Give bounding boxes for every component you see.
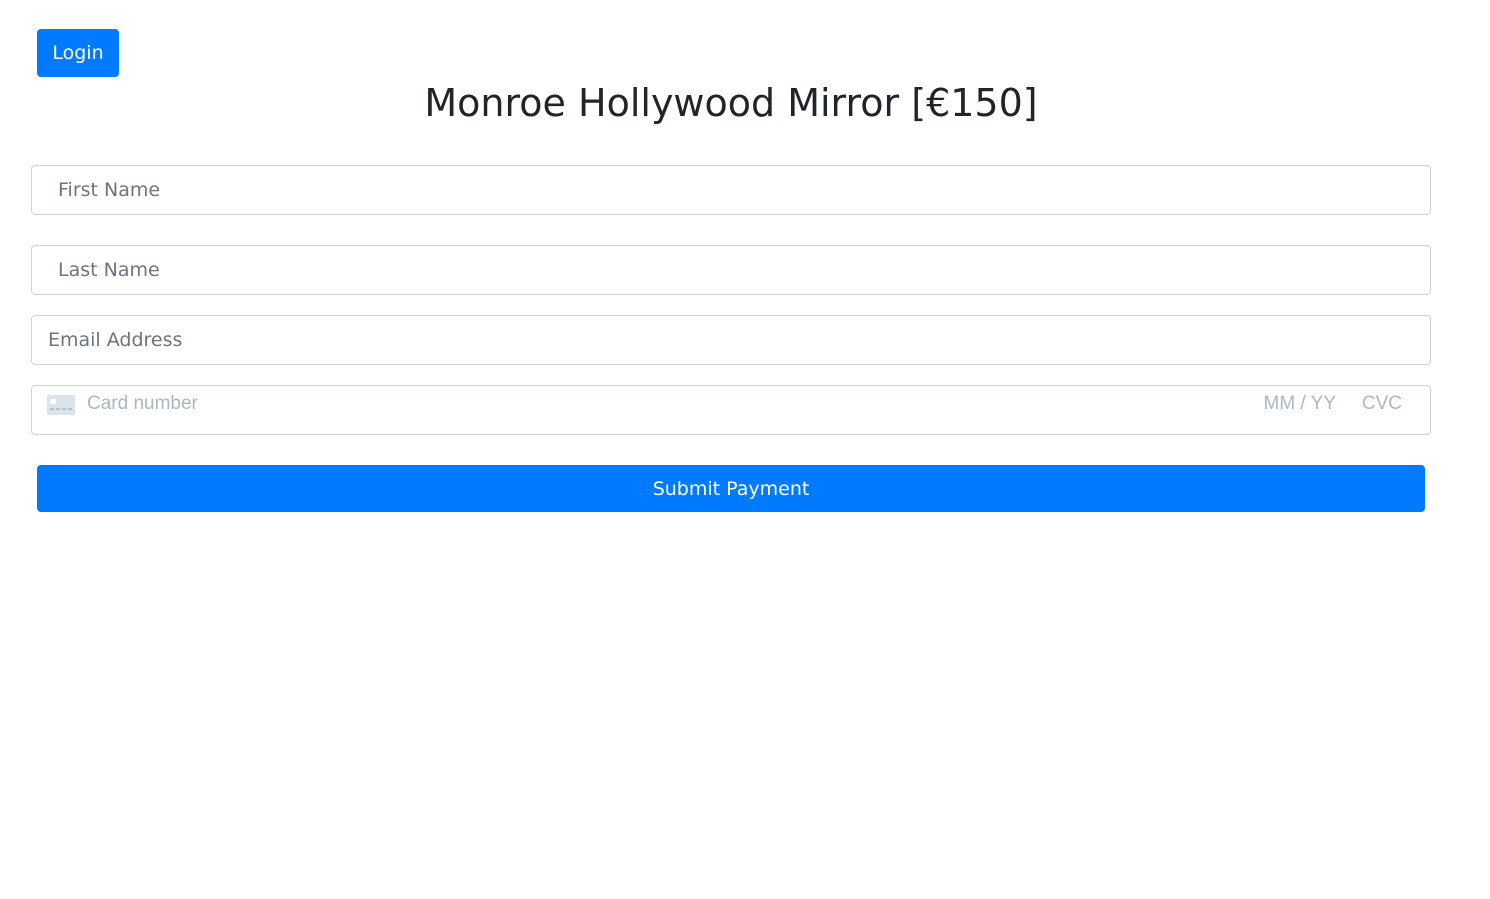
first-name-field[interactable]: [31, 165, 1431, 215]
email-field[interactable]: [31, 315, 1431, 365]
card-cvc-input[interactable]: CVC: [1362, 392, 1402, 416]
last-name-field[interactable]: [31, 245, 1431, 295]
card-expiry-input[interactable]: MM / YY: [1264, 392, 1337, 416]
card-element[interactable]: Card number MM / YY CVC: [31, 385, 1431, 435]
submit-payment-button[interactable]: Submit Payment: [37, 465, 1425, 512]
payment-page: Login Monroe Hollywood Mirror [€150] Car…: [0, 0, 1490, 899]
page-title: Monroe Hollywood Mirror [€150]: [424, 81, 1038, 125]
credit-card-icon: [47, 395, 75, 415]
login-button[interactable]: Login: [37, 29, 119, 77]
card-number-input[interactable]: Card number: [87, 392, 198, 416]
